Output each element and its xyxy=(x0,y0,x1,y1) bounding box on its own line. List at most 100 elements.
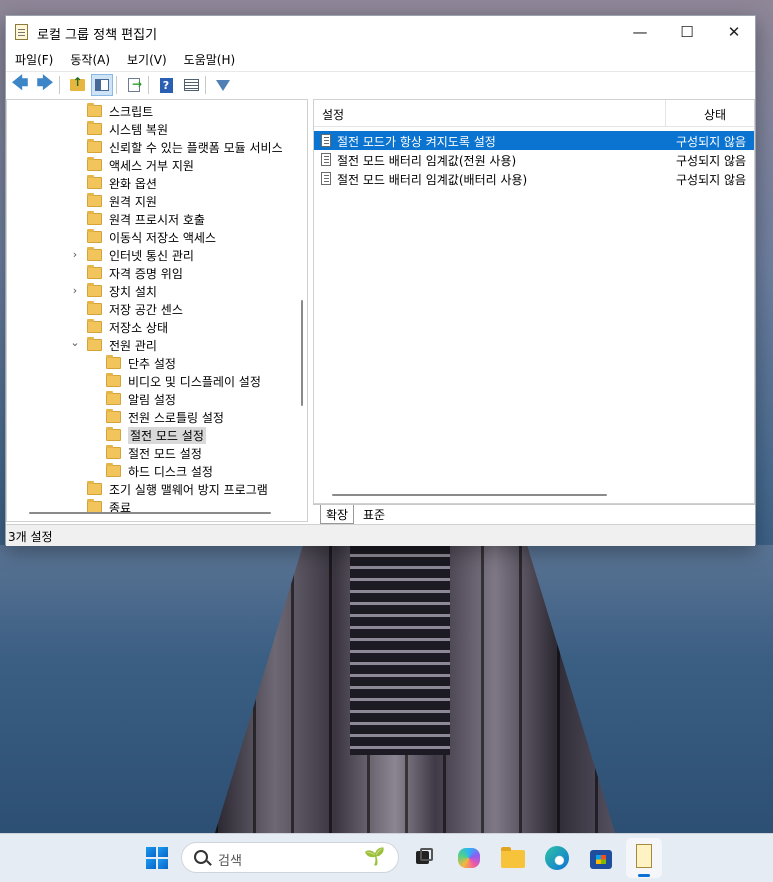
folder-icon xyxy=(106,463,121,477)
toolbar-separator xyxy=(59,76,60,94)
column-header-setting[interactable]: 설정 xyxy=(322,106,344,123)
expand-chevron-icon[interactable]: › xyxy=(69,248,81,261)
folder-icon xyxy=(106,409,121,423)
list-row-selected[interactable]: 절전 모드가 항상 켜지도록 설정 구성되지 않음 xyxy=(314,131,754,150)
folder-icon xyxy=(87,265,102,279)
tree-item[interactable]: 하드 디스크 설정 xyxy=(106,462,213,480)
export-list-button[interactable] xyxy=(123,74,145,96)
tab-standard[interactable]: 표준 xyxy=(358,505,390,523)
tree-item[interactable]: 전원 스로틀링 설정 xyxy=(106,408,224,426)
copilot-icon[interactable] xyxy=(456,845,482,871)
status-text: 3개 설정 xyxy=(8,530,53,544)
tree-item[interactable]: 장치 설치 xyxy=(87,282,157,300)
file-explorer-icon[interactable] xyxy=(500,845,526,871)
back-button[interactable]: 🡄 xyxy=(9,72,31,96)
taskbar-search-box[interactable]: 검색 🌱 xyxy=(181,842,399,873)
folder-icon xyxy=(87,121,102,135)
tree-pane[interactable]: 스크립트 시스템 복원 신뢰할 수 있는 플랫폼 모듈 서비스 액세스 거부 지… xyxy=(6,99,308,522)
tab-extended[interactable]: 확장 xyxy=(320,505,355,524)
expand-chevron-icon[interactable]: › xyxy=(69,284,81,297)
show-hide-tree-icon xyxy=(95,79,109,91)
group-policy-editor-icon[interactable] xyxy=(626,838,662,878)
menu-file[interactable]: 파일(F) xyxy=(6,48,61,70)
show-hide-tree-button[interactable] xyxy=(91,74,113,96)
tree-item[interactable]: 알림 설정 xyxy=(106,390,176,408)
search-icon xyxy=(194,850,208,864)
title-bar[interactable]: 로컬 그룹 정책 편집기 — ☐ ✕ xyxy=(6,16,755,48)
folder-open-icon xyxy=(106,427,121,441)
toolbar-separator xyxy=(148,76,149,94)
folder-icon xyxy=(87,103,102,117)
folder-icon xyxy=(87,211,102,225)
tree-item[interactable]: 이동식 저장소 액세스 xyxy=(87,228,216,246)
folder-icon xyxy=(87,319,102,333)
tree-item[interactable]: 신뢰할 수 있는 플랫폼 모듈 서비스 xyxy=(87,138,283,156)
filter-button[interactable] xyxy=(212,74,234,96)
list-horizontal-scrollbar[interactable] xyxy=(332,494,607,496)
folder-icon xyxy=(87,175,102,189)
tree-item[interactable]: 조기 실행 맬웨어 방지 프로그램 xyxy=(87,480,268,498)
tree-item[interactable]: 스크립트 xyxy=(87,102,153,120)
folder-icon xyxy=(106,445,121,459)
edge-icon[interactable] xyxy=(544,845,570,871)
minimize-button[interactable]: — xyxy=(617,16,663,48)
folder-icon xyxy=(106,391,121,405)
menu-action[interactable]: 동작(A) xyxy=(61,48,118,70)
tree-item[interactable]: 자격 증명 위임 xyxy=(87,264,183,282)
tree-vertical-scrollbar[interactable] xyxy=(301,300,303,406)
forward-arrow-icon: 🡆 xyxy=(36,72,54,92)
policy-setting-icon xyxy=(321,153,331,166)
folder-icon xyxy=(106,355,121,369)
tree-item[interactable]: 전원 관리 xyxy=(87,336,157,354)
toolbar: 🡄 🡆 ? xyxy=(6,71,755,98)
search-highlight-plant-icon: 🌱 xyxy=(364,847,386,867)
task-view-icon[interactable] xyxy=(411,845,437,871)
column-header-state[interactable]: 상태 xyxy=(704,106,726,123)
tree-item[interactable]: 저장 공간 센스 xyxy=(87,300,183,318)
taskbar: 검색 🌱 xyxy=(0,833,773,882)
setting-name: 절전 모드가 항상 켜지도록 설정 xyxy=(337,135,496,149)
folder-icon xyxy=(87,337,102,351)
menu-help[interactable]: 도움말(H) xyxy=(175,48,244,70)
help-button[interactable]: ? xyxy=(155,74,177,96)
view-button[interactable] xyxy=(180,74,202,96)
back-arrow-icon: 🡄 xyxy=(11,72,29,92)
tree-item[interactable]: 완화 옵션 xyxy=(87,174,157,192)
tree-item[interactable]: 비디오 및 디스플레이 설정 xyxy=(106,372,261,390)
list-row[interactable]: 절전 모드 배터리 임계값(배터리 사용) 구성되지 않음 xyxy=(314,169,754,188)
folder-up-icon xyxy=(69,75,85,91)
toolbar-separator xyxy=(116,76,117,94)
store-icon[interactable] xyxy=(588,845,614,871)
tree-item[interactable]: 저장소 상태 xyxy=(87,318,168,336)
folder-icon xyxy=(87,247,102,261)
setting-state: 구성되지 않음 xyxy=(676,173,747,187)
forward-button[interactable]: 🡆 xyxy=(34,72,56,96)
tree-item[interactable]: 액세스 거부 지원 xyxy=(87,156,194,174)
tree-item[interactable]: 인터넷 통신 관리 xyxy=(87,246,194,264)
column-divider[interactable] xyxy=(665,100,666,126)
help-icon: ? xyxy=(159,77,173,93)
settings-list-pane: 설정 상태 절전 모드가 항상 켜지도록 설정 구성되지 않음 절전 모드 배터… xyxy=(313,99,755,504)
list-row[interactable]: 절전 모드 배터리 임계값(전원 사용) 구성되지 않음 xyxy=(314,150,754,169)
collapse-chevron-icon[interactable]: ⌄ xyxy=(69,336,81,349)
setting-name: 절전 모드 배터리 임계값(전원 사용) xyxy=(337,154,517,168)
tree-item[interactable]: 절전 모드 설정 xyxy=(106,444,202,462)
search-placeholder: 검색 xyxy=(218,854,242,869)
tree-item[interactable]: 단추 설정 xyxy=(106,354,176,372)
maximize-button[interactable]: ☐ xyxy=(664,16,710,48)
tree-item[interactable]: 시스템 복원 xyxy=(87,120,168,138)
desktop-wallpaper xyxy=(0,545,773,833)
tree-item[interactable]: 원격 프로시저 호출 xyxy=(87,210,205,228)
folder-icon xyxy=(87,283,102,297)
folder-icon xyxy=(87,193,102,207)
start-icon[interactable] xyxy=(146,847,168,869)
tree-horizontal-scrollbar[interactable] xyxy=(29,512,271,514)
up-one-level-button[interactable] xyxy=(66,74,88,96)
tree-item[interactable]: 원격 지원 xyxy=(87,192,157,210)
tree-item-selected[interactable]: 절전 모드 설정 xyxy=(106,426,206,444)
policy-setting-icon xyxy=(321,134,331,147)
group-policy-editor-window: 로컬 그룹 정책 편집기 — ☐ ✕ 파일(F) 동작(A) 보기(V) 도움말… xyxy=(5,15,756,546)
filter-icon xyxy=(216,79,230,91)
menu-view[interactable]: 보기(V) xyxy=(118,48,175,70)
close-button[interactable]: ✕ xyxy=(711,16,757,48)
